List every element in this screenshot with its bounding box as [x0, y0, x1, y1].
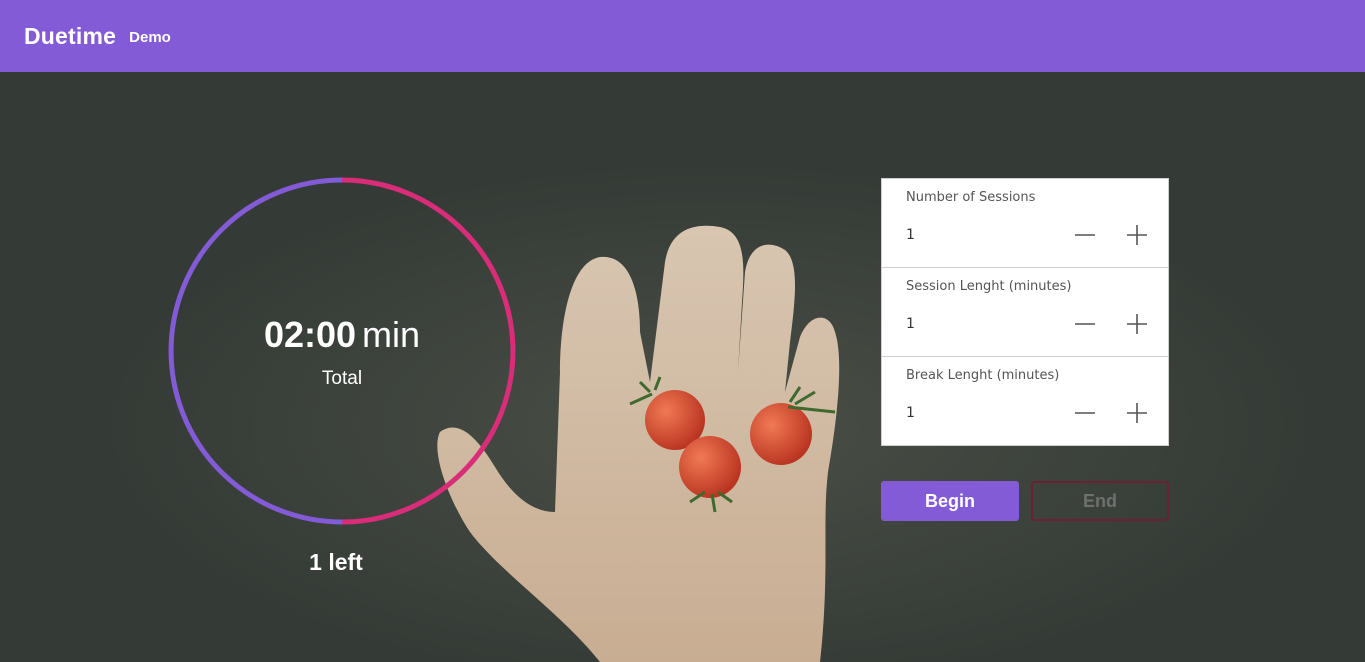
break-length-value[interactable]: 1: [906, 405, 915, 421]
begin-button[interactable]: Begin: [881, 481, 1019, 521]
decrement-session-length-button[interactable]: [1072, 311, 1098, 337]
timer-display: 02:00 min: [168, 314, 516, 356]
session-length-value[interactable]: 1: [906, 316, 915, 332]
minus-icon: [1075, 323, 1095, 325]
plus-icon: [1127, 403, 1147, 423]
timer-unit: min: [362, 314, 421, 355]
field-number-of-sessions: Number of Sessions 1: [882, 179, 1168, 268]
plus-icon: [1127, 314, 1147, 334]
field-break-length: Break Lenght (minutes) 1: [882, 357, 1168, 446]
settings-panel: Number of Sessions 1 Session Lenght (min…: [881, 178, 1169, 446]
app-header: Duetime Demo: [0, 0, 1365, 72]
field-label: Number of Sessions: [906, 190, 1036, 205]
timer-time: 02:00: [263, 314, 357, 355]
field-label: Break Lenght (minutes): [906, 368, 1060, 383]
app-title[interactable]: Duetime: [24, 23, 116, 50]
increment-break-length-button[interactable]: [1124, 400, 1150, 426]
timer-label: Total: [321, 368, 363, 389]
increment-session-length-button[interactable]: [1124, 311, 1150, 337]
plus-icon: [1127, 225, 1147, 245]
sessions-count-value[interactable]: 1: [906, 227, 915, 243]
field-label: Session Lenght (minutes): [906, 279, 1072, 294]
sessions-left: 1 left: [309, 549, 363, 575]
field-session-length: Session Lenght (minutes) 1: [882, 268, 1168, 357]
increment-sessions-button[interactable]: [1124, 222, 1150, 248]
end-button[interactable]: End: [1031, 481, 1169, 521]
decrement-break-length-button[interactable]: [1072, 400, 1098, 426]
demo-badge: Demo: [129, 29, 171, 46]
decrement-sessions-button[interactable]: [1072, 222, 1098, 248]
minus-icon: [1075, 412, 1095, 414]
minus-icon: [1075, 234, 1095, 236]
